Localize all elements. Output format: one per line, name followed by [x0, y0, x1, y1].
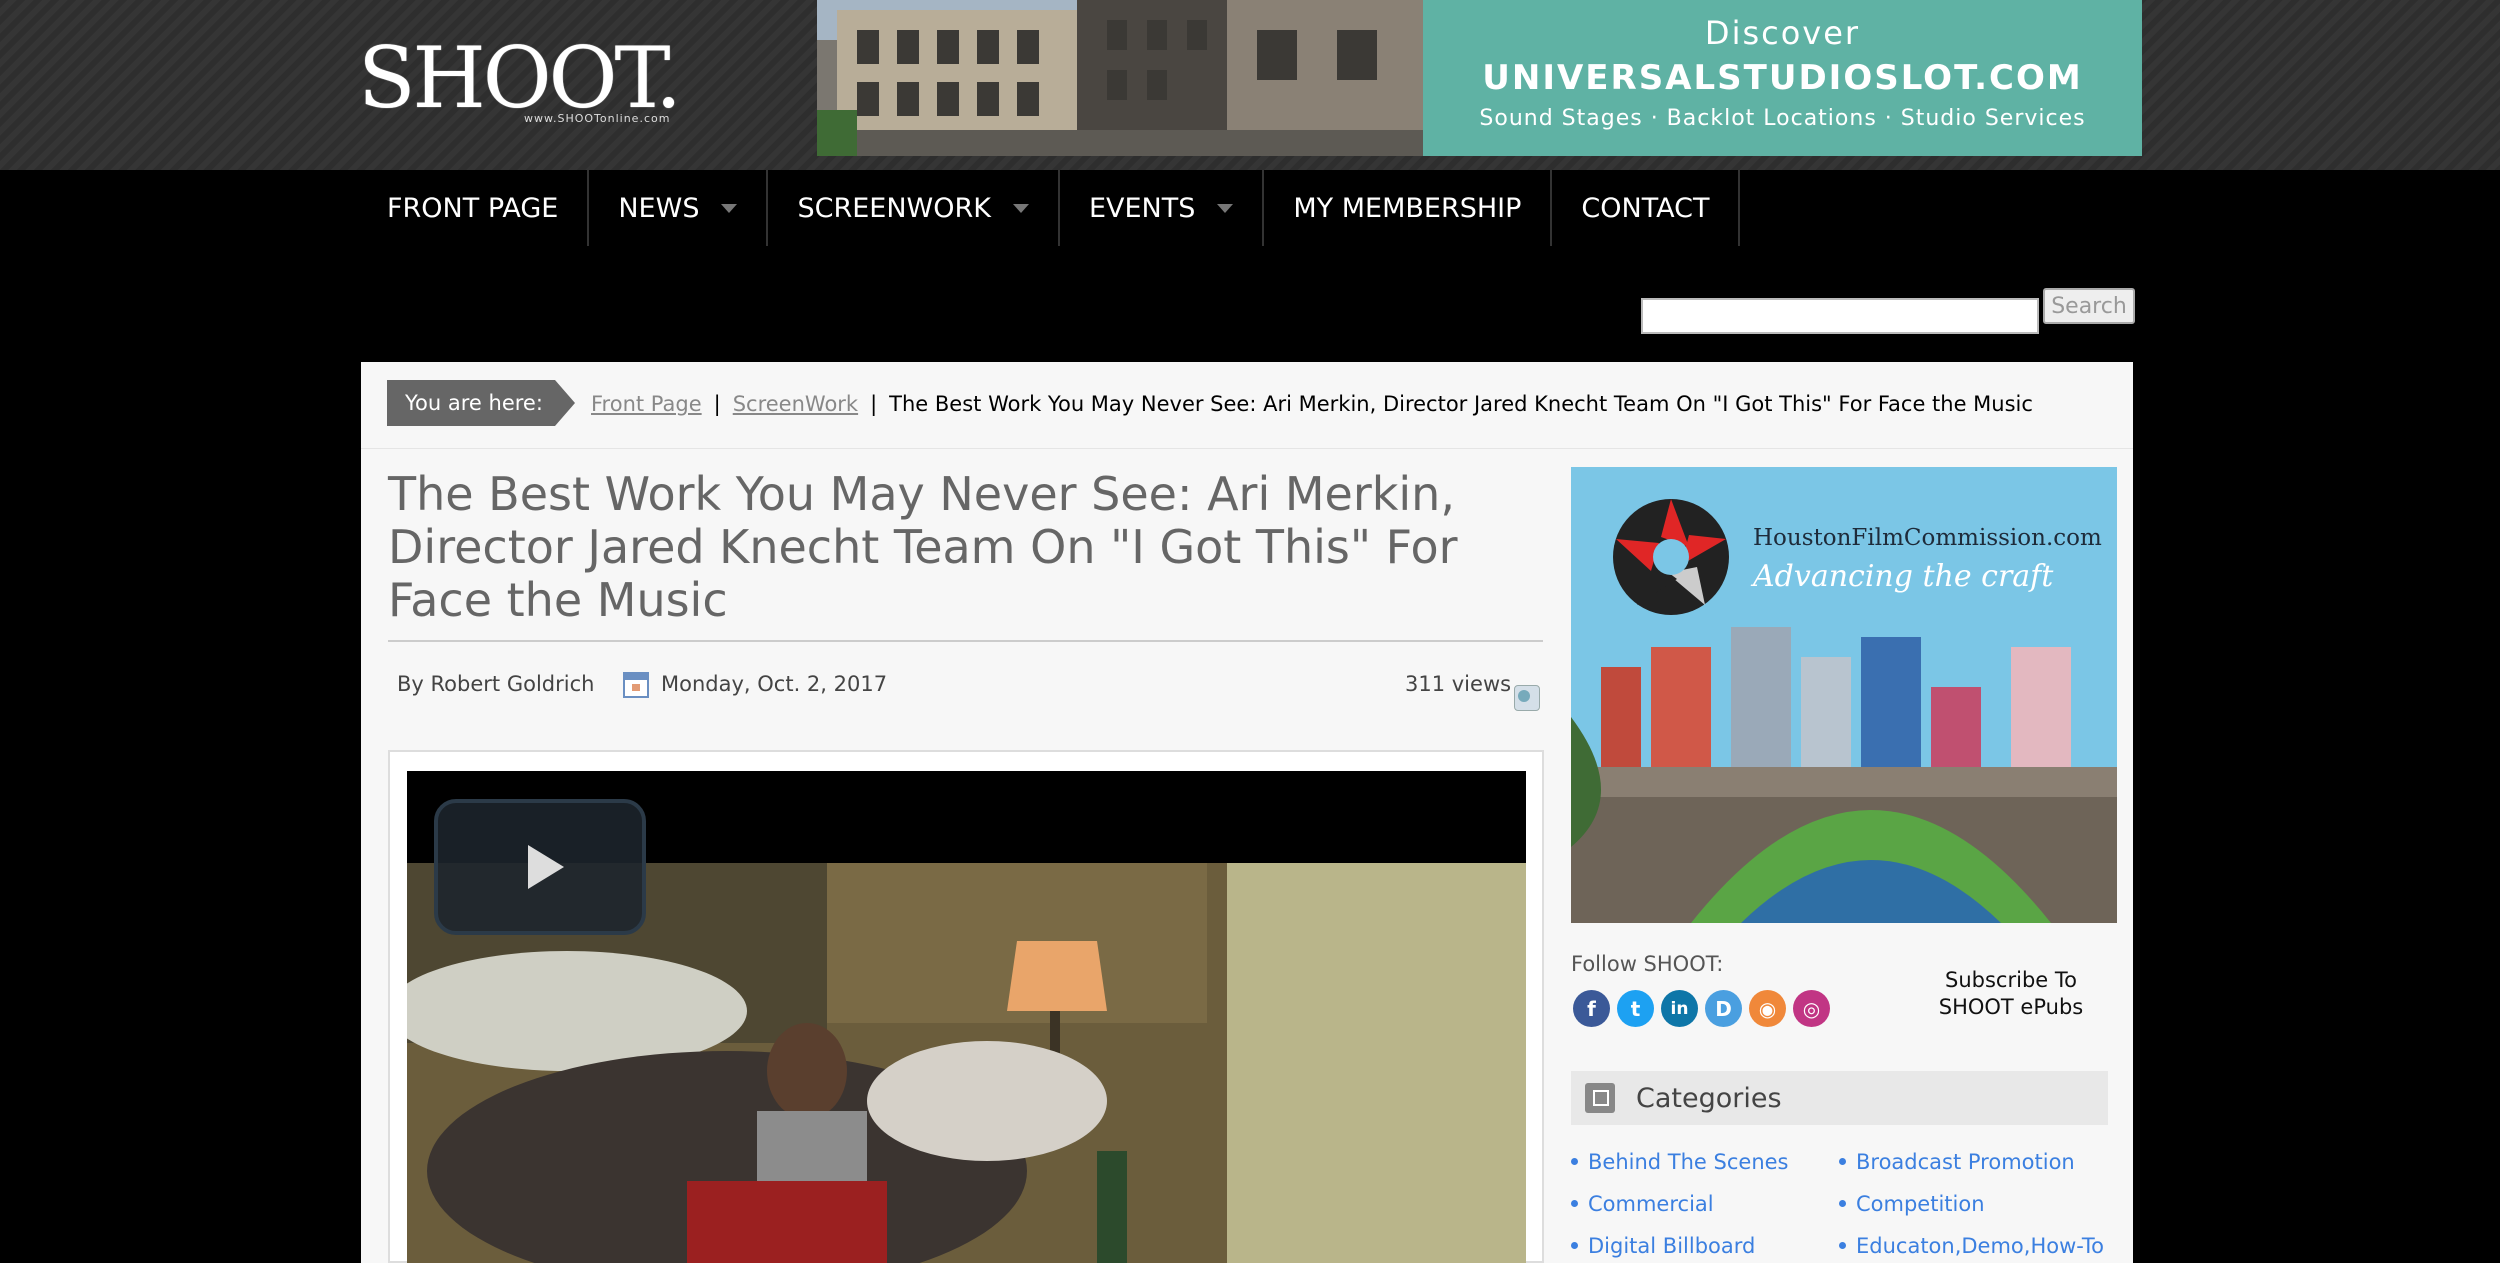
chevron-down-icon	[1217, 203, 1234, 213]
view-count: 311 views	[1405, 672, 1512, 696]
breadcrumb-trail: Front Page | ScreenWork | The Best Work You …	[591, 392, 2033, 416]
content-panel: You are here: Front Page | ScreenWork | The …	[361, 362, 2133, 1263]
header-ad-banner[interactable]: Discover UNIVERSALSTUDIOSLOT.COM Sound S…	[817, 0, 2142, 156]
follow-label: Follow SHOOT:	[1571, 952, 1724, 976]
nav-label: MY MEMBERSHIP	[1293, 192, 1522, 224]
breadcrumb-link-screenwork[interactable]: ScreenWork	[733, 392, 858, 416]
nav-label: CONTACT	[1581, 192, 1710, 224]
ad-tagline: Advancing the craft	[1753, 559, 2054, 594]
nav-events[interactable]: EVENTS	[1060, 170, 1265, 246]
category-link[interactable]: Broadcast Promotion	[1839, 1150, 2075, 1174]
banner-photo	[817, 0, 1423, 156]
chevron-down-icon	[721, 203, 738, 213]
linkedin-icon[interactable]: in	[1661, 990, 1698, 1027]
banner-line-1: Discover	[1704, 14, 1861, 52]
subscribe-link[interactable]: Subscribe To SHOOT ePubs	[1917, 967, 2105, 1021]
banner-copy: Discover UNIVERSALSTUDIOSLOT.COM Sound S…	[1423, 0, 2142, 156]
breadcrumb-separator: |	[870, 392, 878, 416]
play-button[interactable]	[434, 799, 646, 935]
digg-icon[interactable]: D	[1705, 990, 1742, 1027]
nav-my-membership[interactable]: MY MEMBERSHIP	[1264, 170, 1553, 246]
chevron-down-icon	[1012, 203, 1029, 213]
logo-url: www.SHOOTonline.com	[524, 112, 671, 125]
nav-news[interactable]: NEWS	[589, 170, 769, 246]
search-input[interactable]	[1641, 298, 2039, 334]
nav-label: FRONT PAGE	[387, 192, 559, 224]
logo-text: SHOOT.	[358, 29, 682, 127]
sidebar-ad[interactable]: HoustonFilmCommission.com Advancing the …	[1571, 467, 2117, 923]
category-link[interactable]: Educaton,Demo,How-To	[1839, 1234, 2104, 1258]
facebook-icon[interactable]: f	[1573, 990, 1610, 1027]
banner-line-2: UNIVERSALSTUDIOSLOT.COM	[1482, 58, 2083, 98]
breadcrumb-label: You are here:	[387, 380, 575, 426]
nav-contact[interactable]: CONTACT	[1552, 170, 1741, 246]
play-icon	[528, 845, 564, 889]
search-button[interactable]: Search	[2043, 288, 2135, 324]
calendar-icon	[623, 672, 649, 698]
ad-site-name: HoustonFilmCommission.com	[1753, 525, 2102, 551]
byline: By Robert Goldrich	[397, 672, 594, 696]
categories-title: Categories	[1636, 1083, 1782, 1114]
nav-label: SCREENWORK	[797, 192, 991, 224]
categories-icon	[1585, 1083, 1615, 1113]
nav-screenwork[interactable]: SCREENWORK	[768, 170, 1060, 246]
article-date: Monday, Oct. 2, 2017	[661, 672, 888, 696]
breadcrumb-link-front-page[interactable]: Front Page	[591, 392, 702, 416]
twitter-icon[interactable]: t	[1617, 990, 1654, 1027]
breadcrumb-current: The Best Work You May Never See: Ari Mer…	[889, 392, 2033, 416]
social-links: f t in D ◉ ◎	[1573, 990, 1830, 1027]
breadcrumb: You are here: Front Page | ScreenWork | The …	[361, 362, 2133, 449]
breadcrumb-separator: |	[713, 392, 721, 416]
site-header: SHOOT. www.SHOOTonline.com Discover UNIV…	[0, 0, 2500, 170]
rss-icon[interactable]: ◉	[1749, 990, 1786, 1027]
instagram-icon[interactable]: ◎	[1793, 990, 1830, 1027]
banner-line-3: Sound Stages · Backlot Locations · Studi…	[1479, 106, 2086, 131]
nav-label: EVENTS	[1088, 192, 1196, 224]
main-nav: FRONT PAGE NEWS SCREENWORK EVENTS MY MEM…	[358, 170, 1741, 246]
category-link[interactable]: Behind The Scenes	[1571, 1150, 1788, 1174]
article-title: The Best Work You May Never See: Ari Mer…	[388, 467, 1458, 627]
category-link[interactable]: Commercial	[1571, 1192, 1714, 1216]
author-name: Robert Goldrich	[430, 672, 595, 696]
title-divider	[388, 640, 1543, 642]
nav-label: NEWS	[618, 192, 700, 224]
video-player[interactable]	[407, 771, 1526, 1263]
by-label: By	[397, 672, 424, 696]
categories-header: Categories	[1571, 1071, 2108, 1125]
category-link[interactable]: Competition	[1839, 1192, 1985, 1216]
nav-front-page[interactable]: FRONT PAGE	[358, 170, 590, 246]
site-logo[interactable]: SHOOT. www.SHOOTonline.com	[358, 36, 698, 126]
views-icon	[1514, 685, 1540, 711]
category-link[interactable]: Digital Billboard	[1571, 1234, 1755, 1258]
